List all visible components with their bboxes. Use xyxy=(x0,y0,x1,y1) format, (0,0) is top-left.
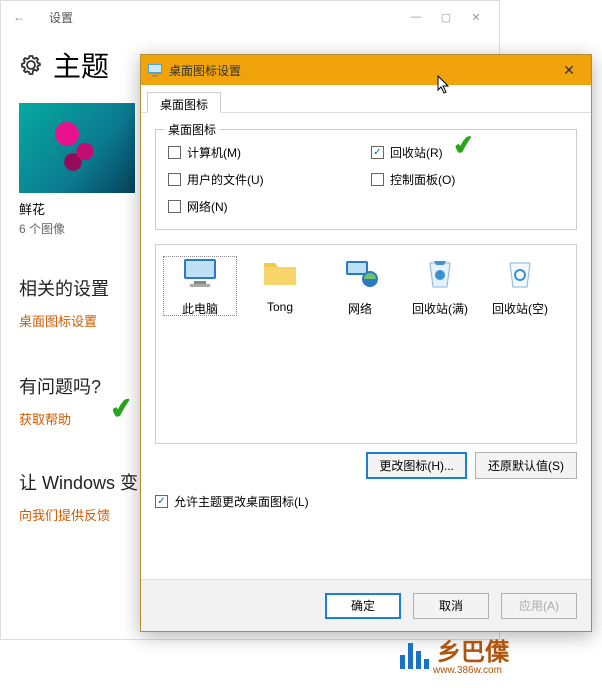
dialog-close-button[interactable]: ✕ xyxy=(553,62,585,79)
icon-item-network[interactable]: 网络 xyxy=(322,255,398,317)
this-pc-icon xyxy=(180,255,220,291)
recycle-bin-full-icon xyxy=(420,255,460,291)
checkbox-box xyxy=(168,146,181,159)
checkbox-box xyxy=(168,200,181,213)
ok-button[interactable]: 确定 xyxy=(325,593,401,619)
apply-button[interactable]: 应用(A) xyxy=(501,593,577,619)
checkbox-box: ✓ xyxy=(155,495,168,508)
checkbox-control-panel[interactable]: 控制面板(O) xyxy=(371,171,564,188)
icon-label: 回收站(满) xyxy=(402,300,478,317)
cancel-button[interactable]: 取消 xyxy=(413,593,489,619)
watermark-logo-icon xyxy=(400,639,429,669)
icon-item-this-pc[interactable]: 此电脑 xyxy=(162,255,238,317)
checkbox-label: 网络(N) xyxy=(187,198,228,215)
checkbox-network[interactable]: 网络(N) xyxy=(168,198,361,215)
checkbox-label: 允许主题更改桌面图标(L) xyxy=(174,493,309,510)
watermark-url: www.386w.com xyxy=(433,665,509,676)
page-heading: 主题 xyxy=(53,45,109,85)
folder-icon xyxy=(260,255,300,291)
checkbox-label: 回收站(R) xyxy=(390,144,443,161)
checkbox-label: 用户的文件(U) xyxy=(187,171,264,188)
recycle-bin-empty-icon xyxy=(500,255,540,291)
settings-title: 设置 xyxy=(49,9,73,26)
network-icon xyxy=(340,255,380,291)
icon-preview-list[interactable]: 此电脑 Tong 网络 回收站(满) 回收站(空) xyxy=(155,244,577,444)
gear-icon xyxy=(19,53,43,77)
checkbox-computer[interactable]: 计算机(M) xyxy=(168,144,361,161)
back-button[interactable]: ← xyxy=(9,10,29,24)
dialog-title: 桌面图标设置 xyxy=(169,62,241,79)
checkbox-label: 计算机(M) xyxy=(187,144,241,161)
group-title: 桌面图标 xyxy=(164,121,220,138)
tab-desktop-icons[interactable]: 桌面图标 xyxy=(147,92,221,113)
theme-thumbnail[interactable] xyxy=(19,103,135,193)
maximize-button[interactable]: ▢ xyxy=(431,11,461,24)
watermark: 乡巴僷 www.386w.com xyxy=(400,632,509,676)
annotation-checkmark-icon: ✔ xyxy=(451,129,477,163)
minimize-button[interactable]: — xyxy=(401,11,431,23)
icon-label: Tong xyxy=(242,300,318,314)
desktop-icon-settings-link[interactable]: 桌面图标设置 xyxy=(19,311,97,330)
get-help-link[interactable]: 获取帮助 xyxy=(19,409,71,428)
icon-label: 回收站(空) xyxy=(482,300,558,317)
dialog-footer: 确定 取消 应用(A) xyxy=(141,579,591,631)
change-icon-button[interactable]: 更改图标(H)... xyxy=(366,452,467,479)
dialog-tabbar: 桌面图标 xyxy=(141,85,591,113)
checkbox-box xyxy=(371,173,384,186)
checkbox-box: ✓ xyxy=(371,146,384,159)
icon-label: 网络 xyxy=(322,300,398,317)
annotation-checkmark-icon: ✔ xyxy=(108,391,136,427)
icon-item-recycle-full[interactable]: 回收站(满) xyxy=(402,255,478,317)
close-button[interactable]: ✕ xyxy=(461,11,491,24)
checkbox-recycle-bin[interactable]: ✓ 回收站(R) ✔ xyxy=(371,144,564,161)
checkbox-box xyxy=(168,173,181,186)
desktop-icon-settings-dialog: 桌面图标设置 ✕ 桌面图标 桌面图标 计算机(M) ✓ 回收站(R) ✔ xyxy=(140,54,592,632)
feedback-link[interactable]: 向我们提供反馈 xyxy=(19,505,110,524)
desktop-icons-group: 桌面图标 计算机(M) ✓ 回收站(R) ✔ 用户的文件(U) 控制面板( xyxy=(155,129,577,230)
watermark-text: 乡巴僷 xyxy=(437,632,509,667)
settings-titlebar: ← 设置 — ▢ ✕ xyxy=(1,1,499,33)
restore-defaults-button[interactable]: 还原默认值(S) xyxy=(475,452,577,479)
dialog-titlebar[interactable]: 桌面图标设置 ✕ xyxy=(141,55,591,85)
icon-label: 此电脑 xyxy=(162,300,238,317)
dialog-body: 桌面图标 计算机(M) ✓ 回收站(R) ✔ 用户的文件(U) 控制面板( xyxy=(141,113,591,520)
icon-item-user-folder[interactable]: Tong xyxy=(242,255,318,314)
checkbox-label: 控制面板(O) xyxy=(390,171,455,188)
checkbox-allow-themes[interactable]: ✓ 允许主题更改桌面图标(L) xyxy=(155,493,577,510)
checkbox-user-files[interactable]: 用户的文件(U) xyxy=(168,171,361,188)
icon-item-recycle-empty[interactable]: 回收站(空) xyxy=(482,255,558,317)
dialog-icon xyxy=(147,62,163,78)
